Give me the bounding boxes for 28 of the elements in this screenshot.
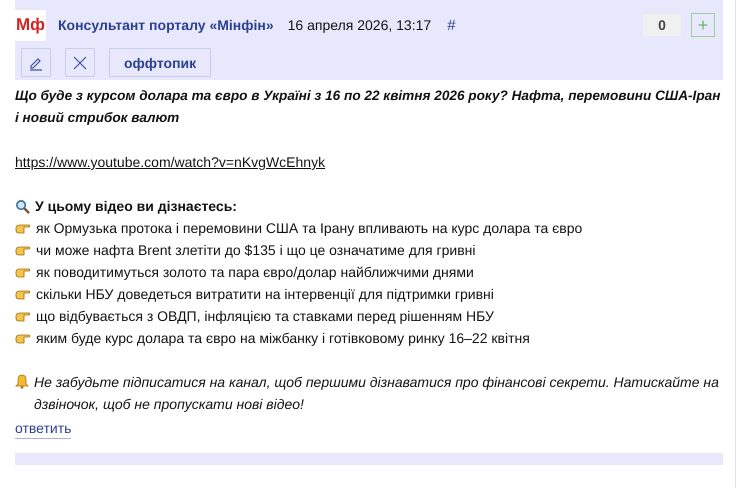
- bell-icon: [15, 374, 29, 389]
- pointing-hand-icon: [15, 310, 31, 322]
- bullet-text: що відбувається з ОВДП, інфляцією та ставками перед рішенням НБУ: [36, 307, 494, 326]
- post-date: 16 апреля 2026, 13:17: [288, 17, 432, 33]
- bullet-text: як Ормузька протока і перемовини США та Ірану впливають на курс долара та євро: [36, 219, 582, 238]
- logo: Мф: [15, 10, 46, 40]
- score: 0: [643, 14, 681, 36]
- search-icon: [15, 198, 30, 214]
- permalink[interactable]: #: [447, 16, 456, 34]
- pointing-hand-icon: [15, 222, 31, 234]
- bullet-text: як поводитимуться золото та пара євро/долар найближчими днями: [36, 263, 474, 282]
- bullet-text: яким буде курс долара та євро на міжбанку і готівковому ринку 16–22 квітня: [36, 329, 530, 348]
- video-link[interactable]: https://www.youtube.com/watch?v=nKvgWcEhnyk: [15, 154, 326, 170]
- close-icon: [72, 54, 88, 70]
- reply-link[interactable]: ответить: [15, 418, 72, 439]
- pointing-hand-icon: [15, 266, 31, 278]
- tag-button[interactable]: оффтопик: [109, 48, 212, 77]
- bullet-text: скільки НБУ доведеться витратити на інтервенції для підтримки гривні: [36, 285, 494, 304]
- pointing-hand-icon: [15, 332, 31, 344]
- author-link[interactable]: Консультант порталу «Мінфін»: [58, 17, 274, 33]
- bullet-text: чи може нафта Brent злетіти до $135 і що це означатиме для гривні: [36, 241, 476, 260]
- outro-text: Не забудьте підписатися на канал, щоб першими дізнаватися про фінансові секрети. Натискайте на дзвіночок, щоб не пропускати нові відео!: [34, 373, 720, 414]
- intro-text: У цьому відео ви дізнаєтесь:: [35, 197, 237, 216]
- pointing-hand-icon: [15, 244, 31, 256]
- edit-button[interactable]: [21, 48, 51, 77]
- close-button[interactable]: [65, 48, 95, 77]
- post-title: Що буде з курсом долара та євро в Україні з 16 по 22 квітня 2026 року? Нафта, перемовини США-Іран і новий стрибок валют: [15, 87, 722, 127]
- pointing-hand-icon: [15, 288, 31, 300]
